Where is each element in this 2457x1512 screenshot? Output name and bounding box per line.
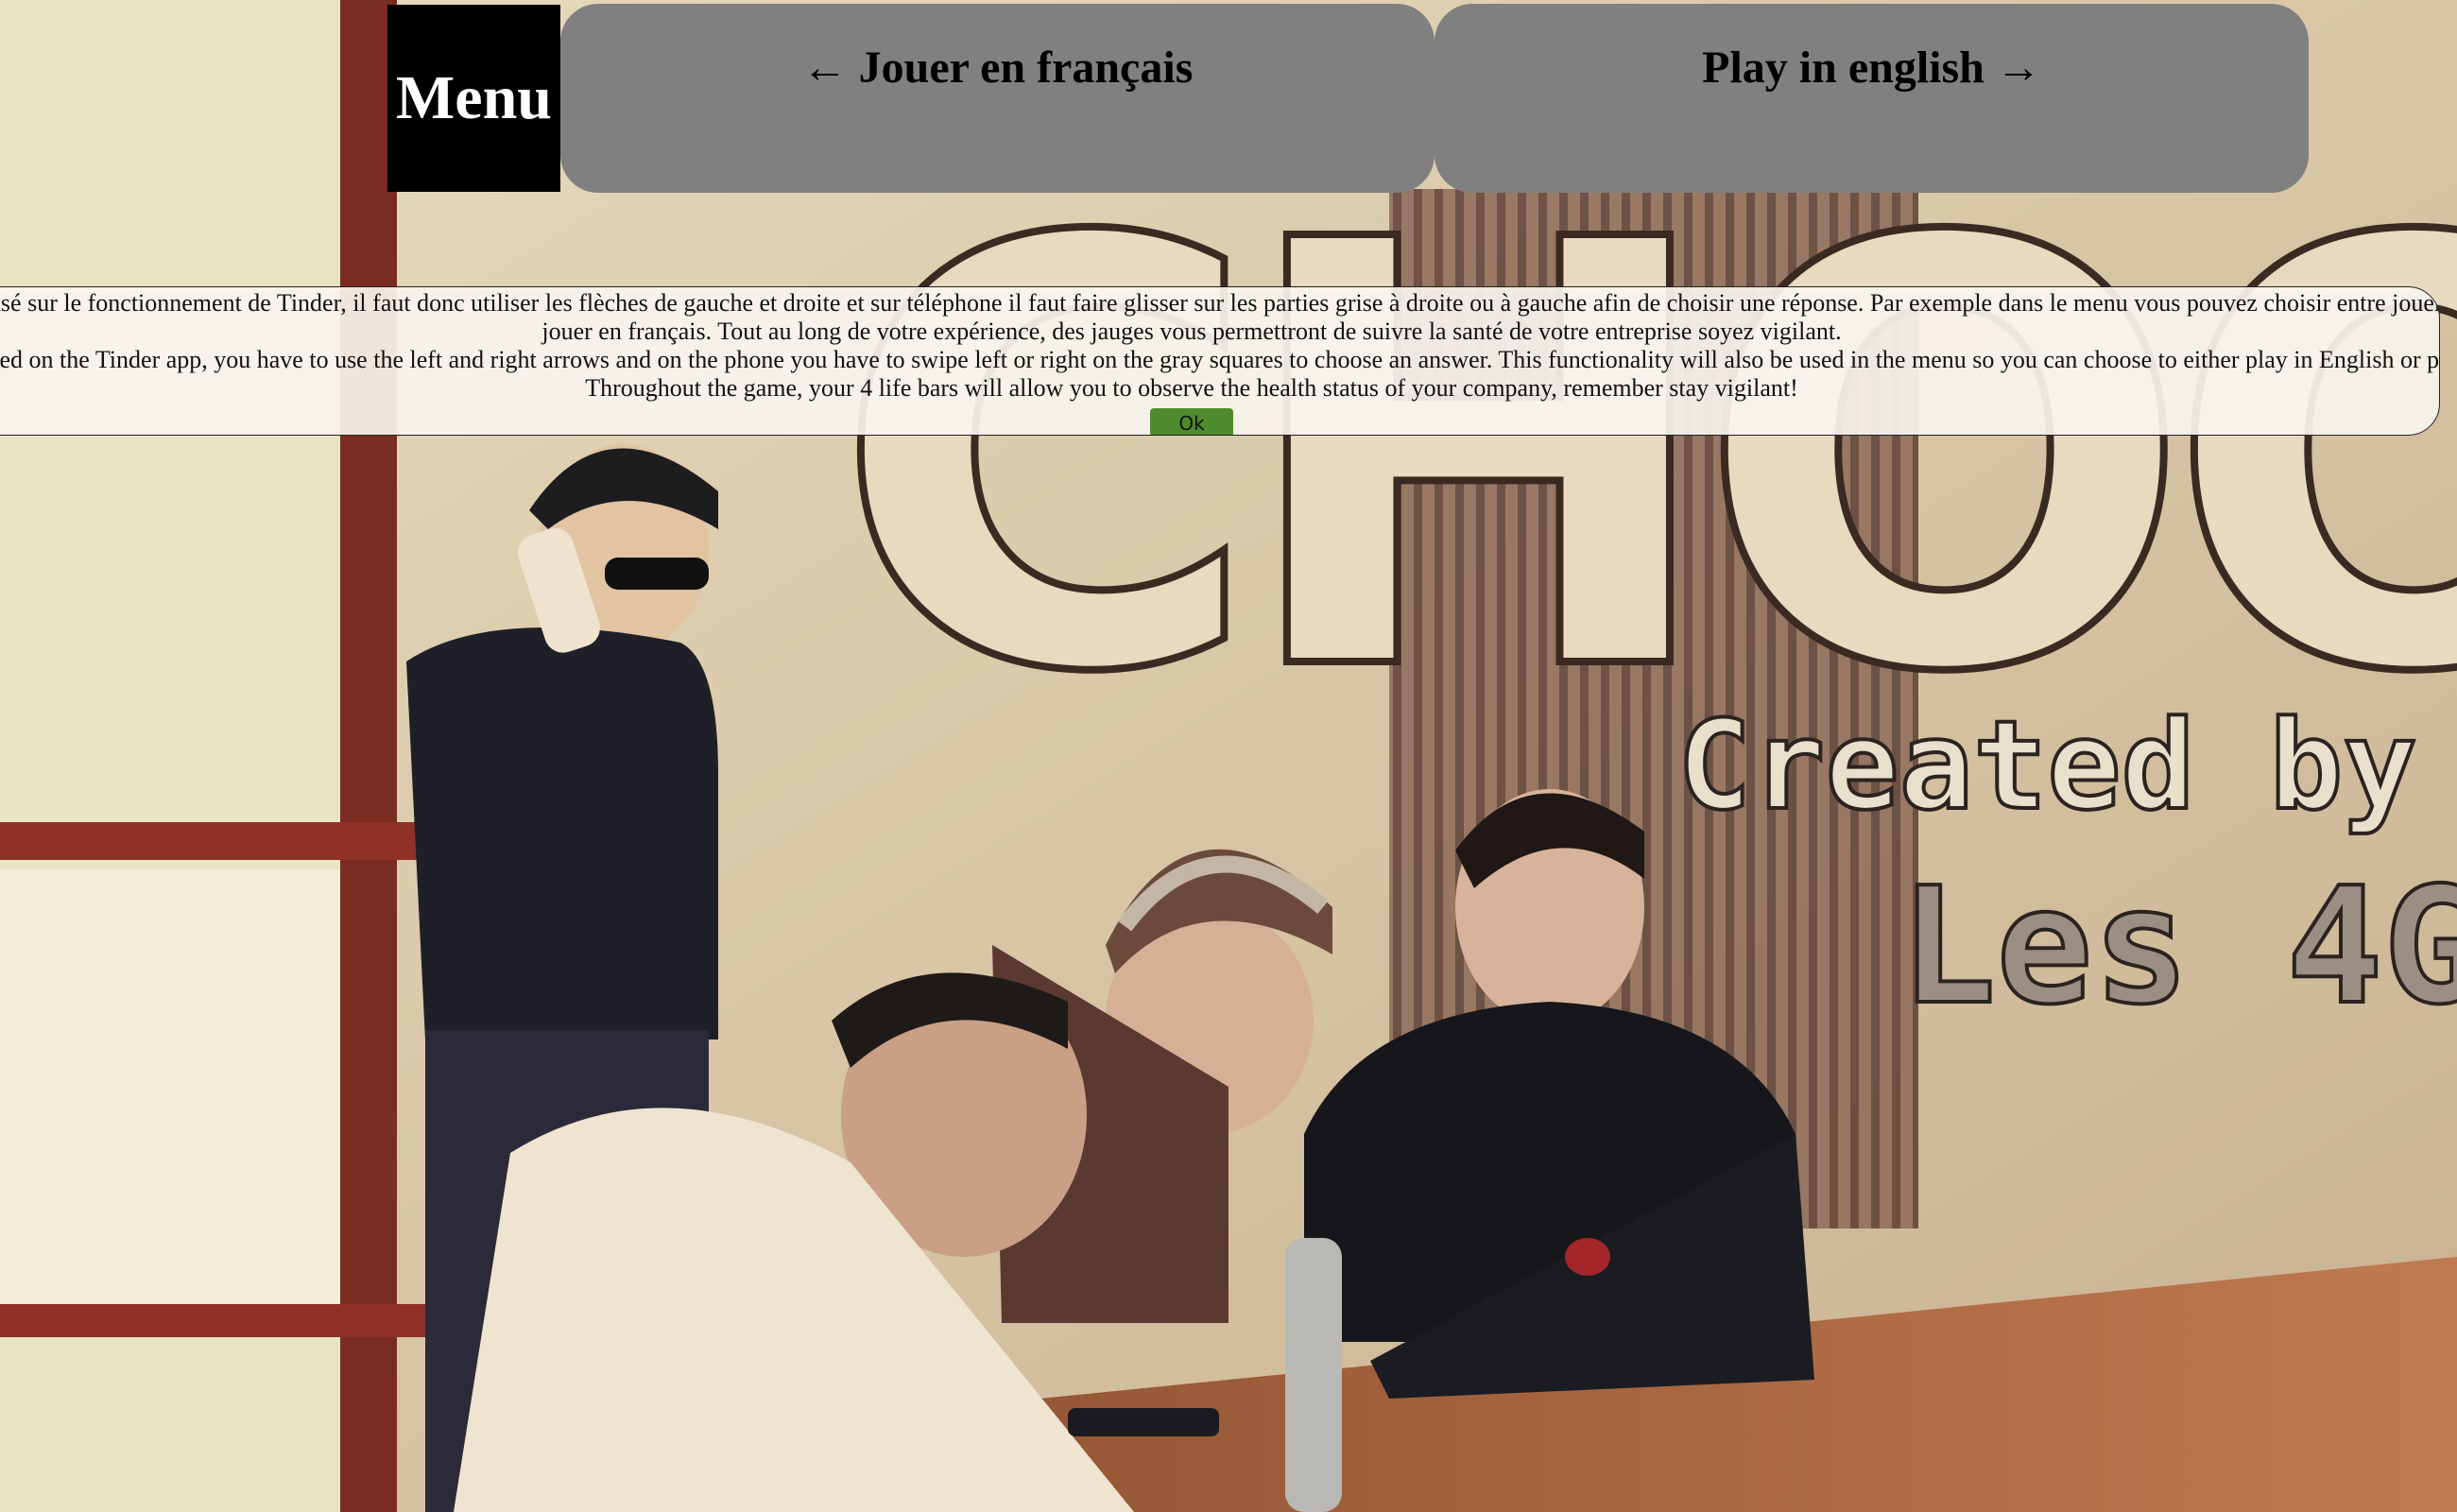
created-by-text: Created by [1677,694,2417,837]
play-french-button[interactable]: ← Jouer en français [560,4,1435,193]
ok-button[interactable]: Ok [1150,408,1233,435]
instructions-en-line-1: is based on the Tinder app, you have to … [0,346,2440,373]
instructions-fr-line-1: est basé sur le fonctionnement de Tinder… [0,289,2440,317]
play-english-button[interactable]: Play in english → [1435,4,2309,193]
instructions-en-line-2: Throughout the game, your 4 life bars wi… [585,374,1798,402]
background-photo: CHOOSE Created by Les 4G [0,0,2457,1512]
menu-button[interactable]: Menu [387,5,560,192]
instructions-fr-line-2: jouer en français. Tout au long de votre… [541,318,1842,345]
instructions-popup: est basé sur le fonctionnement de Tinder… [0,286,2440,436]
author-text: Les 4G [1899,853,2457,1040]
